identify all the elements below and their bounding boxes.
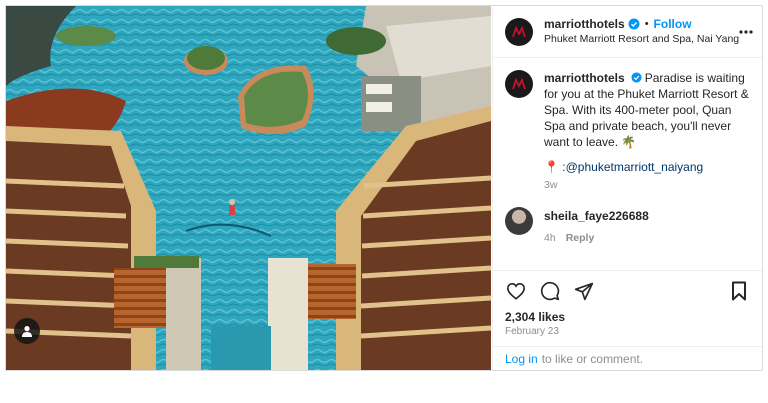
commenter-username[interactable]: sheila_faye226688 [544,209,649,223]
header-user-line: marriotthotels • Follow [544,17,739,32]
tagged-user-icon[interactable] [14,318,40,344]
bookmark-icon[interactable] [728,280,750,302]
resort-pool-aerial-image [6,6,491,370]
heart-icon[interactable] [505,280,527,302]
action-bar [493,270,762,310]
location-link[interactable]: Phuket Marriott Resort and Spa, Nai Yang [544,33,739,46]
caption-row: marriotthotels Paradise is waiting for y… [505,70,750,191]
mention-prefix: 📍 : [544,160,566,174]
caption-avatar[interactable] [505,70,533,98]
post-date[interactable]: February 23 [505,326,559,337]
caption-age[interactable]: 3w [544,179,750,191]
more-options-icon[interactable] [739,20,753,44]
post-photo[interactable] [6,6,491,370]
login-bar: Log in to like or comment. [493,346,762,370]
comment-body: sheila_faye226688 4h Reply [544,207,649,244]
follow-button[interactable]: Follow [654,17,692,32]
caption-username[interactable]: marriotthotels [544,71,625,85]
mention-link[interactable]: @phuketmarriott_naiyang [566,160,704,174]
instagram-post: marriotthotels • Follow Phuket Marriott … [5,5,763,371]
marriott-logo-icon [512,25,526,37]
verified-badge-icon [631,72,642,83]
comment-meta: 4h Reply [544,232,649,244]
mention-line: 📍 : @phuketmarriott_naiyang [544,160,750,174]
likes-count[interactable]: 2,304 likes [505,310,565,324]
reply-button[interactable]: Reply [566,232,595,244]
caption-body: marriotthotels Paradise is waiting for y… [544,70,750,191]
commenter-avatar[interactable] [505,207,533,235]
comment-icon[interactable] [539,280,561,302]
comment-row: sheila_faye226688 4h Reply [505,207,750,244]
marriott-logo-icon [512,78,526,90]
login-text: to like or comment. [541,351,644,366]
verified-badge-icon [628,18,640,30]
caption-text: marriotthotels Paradise is waiting for y… [544,70,750,150]
comments-section: marriotthotels Paradise is waiting for y… [493,58,762,268]
header-username[interactable]: marriotthotels [544,17,625,32]
separator-dot: • [644,17,649,30]
login-link[interactable]: Log in [505,352,538,366]
comment-age[interactable]: 4h [544,232,556,244]
header-text: marriotthotels • Follow Phuket Marriott … [544,17,739,46]
post-header: marriotthotels • Follow Phuket Marriott … [493,6,762,58]
share-icon[interactable] [573,280,595,302]
post-side-panel: marriotthotels • Follow Phuket Marriott … [492,6,762,370]
avatar[interactable] [505,17,533,46]
